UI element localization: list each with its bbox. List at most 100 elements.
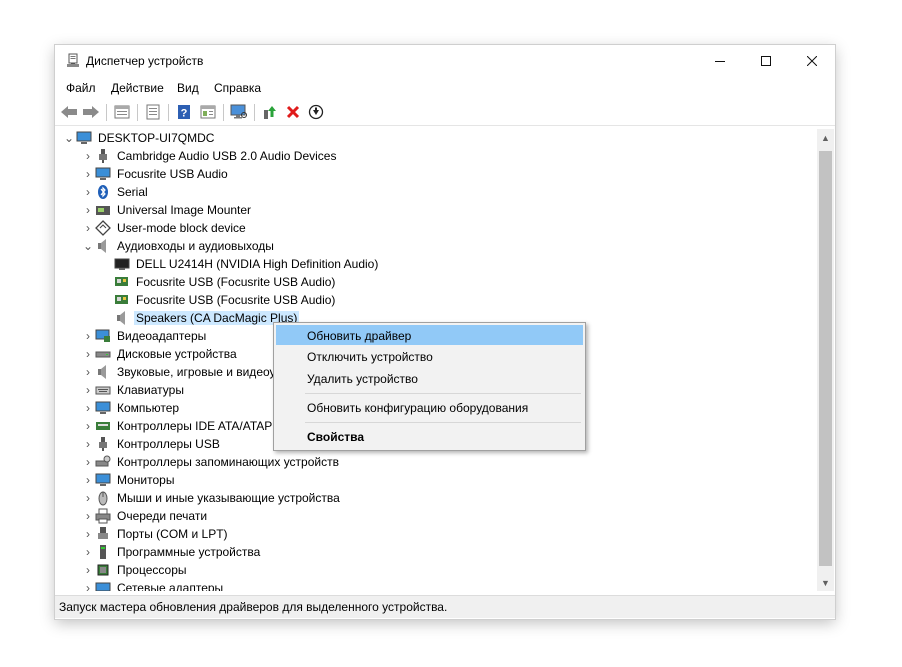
toolbar-separator	[223, 104, 224, 121]
chevron-right-icon[interactable]: ›	[81, 165, 95, 183]
disable-device-button[interactable]	[306, 102, 326, 122]
scrollbar-thumb[interactable]	[819, 151, 832, 566]
scan-hardware-button[interactable]	[229, 102, 249, 122]
tree-item[interactable]: › Дисковые устройства	[81, 345, 239, 363]
context-update-driver[interactable]: Обновить драйвер	[276, 325, 583, 345]
title-bar[interactable]: Диспетчер устройств	[55, 45, 835, 76]
disk-drive-icon	[95, 346, 111, 362]
tree-item[interactable]: Focusrite USB (Focusrite USB Audio)	[100, 273, 337, 291]
chevron-right-icon[interactable]: ›	[81, 417, 95, 435]
chevron-right-icon[interactable]: ›	[81, 399, 95, 417]
chevron-right-icon[interactable]: ›	[81, 147, 95, 165]
tree-item[interactable]: › Контроллеры USB	[81, 435, 222, 453]
tree-item[interactable]: › Cambridge Audio USB 2.0 Audio Devices	[81, 147, 338, 165]
close-button[interactable]	[789, 45, 835, 76]
chevron-right-icon[interactable]: ›	[81, 219, 95, 237]
chevron-right-icon[interactable]: ›	[81, 453, 95, 471]
list-view-button[interactable]	[143, 102, 163, 122]
computer-icon	[76, 130, 92, 146]
forward-button[interactable]	[81, 102, 101, 122]
svg-text:?: ?	[181, 108, 188, 120]
scroll-down-icon[interactable]: ▼	[817, 574, 834, 591]
tree-item[interactable]: › Процессоры	[81, 561, 189, 579]
chevron-right-icon[interactable]: ›	[81, 183, 95, 201]
toolbar-separator	[254, 104, 255, 121]
context-scan-hardware[interactable]: Обновить конфигурацию оборудования	[276, 397, 583, 417]
uninstall-device-button[interactable]	[283, 102, 303, 122]
tree-item[interactable]: ⌄ Аудиовходы и аудиовыходы	[81, 237, 276, 255]
context-disable-device[interactable]: Отключить устройство	[276, 346, 583, 366]
chevron-right-icon[interactable]: ›	[81, 471, 95, 489]
device-view-button[interactable]	[198, 102, 218, 122]
menu-help[interactable]: Справка	[214, 81, 261, 95]
tree-item[interactable]: › Контроллеры запоминающих устройств	[81, 453, 341, 471]
chevron-right-icon[interactable]: ›	[81, 561, 95, 579]
tree-item[interactable]: › Видеоадаптеры	[81, 327, 208, 345]
chevron-right-icon[interactable]: ›	[81, 381, 95, 399]
tree-item[interactable]: › Компьютер	[81, 399, 181, 417]
context-update-driver-label: Обновить драйвер	[307, 329, 412, 343]
audio-card-icon	[114, 274, 130, 290]
tree-item[interactable]: › Мониторы	[81, 471, 176, 489]
maximize-icon	[761, 55, 771, 66]
chevron-right-icon[interactable]: ›	[81, 507, 95, 525]
chevron-right-icon[interactable]: ›	[81, 579, 95, 591]
chevron-right-icon[interactable]: ›	[81, 489, 95, 507]
chevron-right-icon[interactable]: ›	[81, 525, 95, 543]
chevron-right-icon[interactable]: ›	[81, 345, 95, 363]
tree-item[interactable]: DELL U2414H (NVIDIA High Definition Audi…	[100, 255, 380, 273]
tree-item-label: Аудиовходы и аудиовыходы	[117, 239, 274, 253]
tree-item[interactable]: › Мыши и иные указывающие устройства	[81, 489, 342, 507]
chevron-down-icon[interactable]: ⌄	[81, 237, 95, 255]
keyboard-icon	[95, 382, 111, 398]
tree-item[interactable]: › Очереди печати	[81, 507, 209, 525]
tree-item[interactable]: › Serial	[81, 183, 150, 201]
tree-item-label: Очереди печати	[117, 509, 208, 523]
chevron-right-icon[interactable]: ›	[81, 435, 95, 453]
tree-item[interactable]: Focusrite USB (Focusrite USB Audio)	[100, 291, 337, 309]
menu-action[interactable]: Действие	[111, 81, 164, 95]
tree-item[interactable]: › User-mode block device	[81, 219, 248, 237]
tree-item[interactable]: › Сетевые адаптеры	[81, 579, 225, 591]
vertical-scrollbar[interactable]: ▲ ▼	[817, 129, 834, 591]
maximize-button[interactable]	[743, 45, 789, 76]
update-driver-icon	[264, 106, 276, 119]
mouse-icon	[95, 490, 111, 506]
chevron-right-icon[interactable]: ›	[81, 327, 95, 345]
device-manager-app-icon	[65, 53, 81, 69]
chevron-right-icon[interactable]: ›	[81, 543, 95, 561]
tree-item[interactable]: Speakers (CA DacMagic Plus)	[100, 309, 300, 327]
monitor-icon	[95, 472, 111, 488]
tree-item[interactable]: › Universal Image Mounter	[81, 201, 253, 219]
context-properties[interactable]: Свойства	[276, 426, 583, 446]
tree-root[interactable]: ⌄ DESKTOP-UI7QMDC	[62, 129, 216, 147]
usb-controller-icon	[95, 436, 111, 452]
tree-item[interactable]: › Порты (COM и LPT)	[81, 525, 230, 543]
tree-item-label: User-mode block device	[117, 221, 246, 235]
properties-button[interactable]	[112, 102, 132, 122]
back-button[interactable]	[59, 102, 79, 122]
context-uninstall-device[interactable]: Удалить устройство	[276, 368, 583, 388]
display-adapter-icon	[95, 328, 111, 344]
update-driver-button[interactable]	[260, 102, 280, 122]
help-button[interactable]: ?	[174, 102, 194, 122]
scroll-up-icon[interactable]: ▲	[817, 129, 834, 146]
tree-item-label: Universal Image Mounter	[117, 203, 252, 217]
tree-item[interactable]: › Программные устройства	[81, 543, 262, 561]
tree-item[interactable]: › Клавиатуры	[81, 381, 186, 399]
speaker-icon	[114, 310, 130, 326]
chevron-right-icon[interactable]: ›	[81, 363, 95, 381]
network-adapter-icon	[95, 580, 111, 591]
chevron-right-icon[interactable]: ›	[81, 201, 95, 219]
monitor-audio-icon	[114, 256, 130, 272]
status-bar: Запуск мастера обновления драйверов для …	[55, 595, 835, 618]
tree-item[interactable]: › Контроллеры IDE ATA/ATAPI	[81, 417, 278, 435]
menu-view[interactable]: Вид	[177, 81, 199, 95]
usb-device-icon	[95, 148, 111, 164]
menu-file[interactable]: Файл	[66, 81, 96, 95]
chevron-down-icon[interactable]: ⌄	[62, 129, 76, 147]
minimize-button[interactable]	[697, 45, 743, 76]
tree-item-label: Порты (COM и LPT)	[117, 527, 228, 541]
tree-item[interactable]: › Focusrite USB Audio	[81, 165, 230, 183]
